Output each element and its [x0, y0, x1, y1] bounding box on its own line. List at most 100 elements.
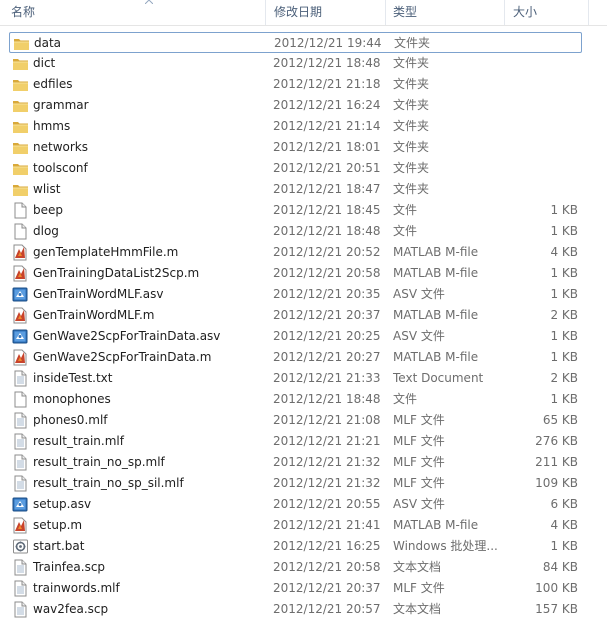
- file-row[interactable]: start.bat 2012/12/21 16:25 Windows 批处理... 1…: [9, 536, 582, 557]
- file-row[interactable]: grammar 2012/12/21 16:24 文件夹: [9, 95, 582, 116]
- file-type: MLF 文件: [393, 434, 445, 448]
- file-name: monophones: [33, 392, 111, 406]
- text-file-icon: [12, 601, 29, 618]
- file-modified-date: 2012/12/21 18:45: [273, 203, 381, 217]
- file-modified-date: 2012/12/21 21:33: [273, 371, 381, 385]
- file-type: ASV 文件: [393, 329, 445, 343]
- file-row[interactable]: phones0.mlf 2012/12/21 21:08 MLF 文件 65 KB: [9, 410, 582, 431]
- file-row[interactable]: GenWave2ScpForTrainData.m 2012/12/21 20:2…: [9, 347, 582, 368]
- file-type: 文件: [393, 203, 418, 217]
- file-row[interactable]: monophones 2012/12/21 18:48 文件 1 KB: [9, 389, 582, 410]
- file-modified-date: 2012/12/21 20:37: [273, 308, 381, 322]
- file-name: result_train_no_sp_sil.mlf: [33, 476, 184, 490]
- file-type: 文件夹: [393, 98, 430, 112]
- file-size: 1 KB: [550, 329, 578, 343]
- file-row[interactable]: data 2012/12/21 19:44 文件夹: [9, 32, 582, 53]
- file-name: phones0.mlf: [33, 413, 108, 427]
- file-row[interactable]: networks 2012/12/21 18:01 文件夹: [9, 137, 582, 158]
- file-size: 1 KB: [550, 539, 578, 553]
- file-modified-date: 2012/12/21 21:21: [273, 434, 381, 448]
- file-size: 84 KB: [542, 560, 578, 574]
- file-row[interactable]: dlog 2012/12/21 18:48 文件 1 KB: [9, 221, 582, 242]
- file-row[interactable]: setup.m 2012/12/21 21:41 MATLAB M-file 4 KB: [9, 515, 582, 536]
- file-modified-date: 2012/12/21 20:55: [273, 497, 381, 511]
- asv-file-icon: [12, 496, 29, 513]
- file-size: 1 KB: [550, 392, 578, 406]
- file-row[interactable]: trainwords.mlf 2012/12/21 20:37 MLF 文件 100 …: [9, 578, 582, 599]
- file-row[interactable]: genTemplateHmmFile.m 2012/12/21 20:52 MATL…: [9, 242, 582, 263]
- folder-icon: [12, 118, 29, 135]
- file-modified-date: 2012/12/21 19:44: [274, 36, 382, 50]
- file-row[interactable]: edfiles 2012/12/21 21:18 文件夹: [9, 74, 582, 95]
- file-modified-date: 2012/12/21 21:18: [273, 77, 381, 91]
- file-modified-date: 2012/12/21 20:35: [273, 287, 381, 301]
- file-name: toolsconf: [33, 161, 88, 175]
- file-modified-date: 2012/12/21 20:25: [273, 329, 381, 343]
- file-modified-date: 2012/12/21 18:48: [273, 56, 381, 70]
- matlab-file-icon: [12, 265, 29, 282]
- column-header-type[interactable]: 类型: [382, 0, 504, 25]
- file-name: wav2fea.scp: [33, 602, 109, 616]
- file-row[interactable]: wlist 2012/12/21 18:47 文件夹: [9, 179, 582, 200]
- file-row[interactable]: beep 2012/12/21 18:45 文件 1 KB: [9, 200, 582, 221]
- matlab-file-icon: [12, 349, 29, 366]
- column-divider[interactable]: [588, 0, 589, 25]
- file-name: setup.asv: [33, 497, 92, 511]
- file-name: GenTrainWordMLF.asv: [33, 287, 164, 301]
- file-size: 100 KB: [535, 581, 578, 595]
- file-row[interactable]: setup.asv 2012/12/21 20:55 ASV 文件 6 KB: [9, 494, 582, 515]
- file-size: 1 KB: [550, 266, 578, 280]
- file-type: 文件: [393, 224, 418, 238]
- file-row[interactable]: GenTrainWordMLF.asv 2012/12/21 20:35 ASV 文…: [9, 284, 582, 305]
- file-row[interactable]: dict 2012/12/21 18:48 文件夹: [9, 53, 582, 74]
- file-row[interactable]: result_train.mlf 2012/12/21 21:21 MLF 文件 27…: [9, 431, 582, 452]
- file-row[interactable]: Trainfea.scp 2012/12/21 20:58 文本文档 84 KB: [9, 557, 582, 578]
- file-type: MATLAB M-file: [393, 518, 479, 532]
- file-row[interactable]: hmms 2012/12/21 21:14 文件夹: [9, 116, 582, 137]
- file-modified-date: 2012/12/21 20:37: [273, 581, 381, 595]
- text-file-icon: [12, 412, 29, 429]
- asv-file-icon: [12, 286, 29, 303]
- file-modified-date: 2012/12/21 21:41: [273, 518, 381, 532]
- file-row[interactable]: GenTrainWordMLF.m 2012/12/21 20:37 MATLAB …: [9, 305, 582, 326]
- matlab-file-icon: [12, 517, 29, 534]
- file-name: data: [34, 36, 62, 50]
- file-row[interactable]: toolsconf 2012/12/21 20:51 文件夹: [9, 158, 582, 179]
- file-type: MLF 文件: [393, 581, 445, 595]
- file-type: MATLAB M-file: [393, 245, 479, 259]
- file-row[interactable]: GenWave2ScpForTrainData.asv 2012/12/21 20…: [9, 326, 582, 347]
- column-header-modified[interactable]: 修改日期: [263, 0, 385, 25]
- file-type: MLF 文件: [393, 455, 445, 469]
- file-type: 文件夹: [393, 77, 430, 91]
- bat-file-icon: [12, 538, 29, 555]
- text-file-icon: [12, 454, 29, 471]
- file-size: 1 KB: [550, 203, 578, 217]
- file-size: 1 KB: [550, 350, 578, 364]
- file-size: 4 KB: [550, 245, 578, 259]
- file-row[interactable]: wav2fea.scp 2012/12/21 20:57 文本文档 157 KB: [9, 599, 582, 620]
- file-row[interactable]: GenTrainingDataList2Scp.m 2012/12/21 20:5…: [9, 263, 582, 284]
- matlab-file-icon: [12, 244, 29, 261]
- file-type: Text Document: [393, 371, 484, 385]
- file-name: result_train.mlf: [33, 434, 124, 448]
- file-modified-date: 2012/12/21 18:48: [273, 392, 381, 406]
- file-name: trainwords.mlf: [33, 581, 120, 595]
- column-header-name[interactable]: 名称: [0, 0, 265, 25]
- file-modified-date: 2012/12/21 18:48: [273, 224, 381, 238]
- file-name: grammar: [33, 98, 89, 112]
- file-name: hmms: [33, 119, 71, 133]
- blank-file-icon: [12, 223, 29, 240]
- file-modified-date: 2012/12/21 20:51: [273, 161, 381, 175]
- file-modified-date: 2012/12/21 16:24: [273, 98, 381, 112]
- column-header-modified-label: 修改日期: [274, 5, 323, 19]
- column-header-size[interactable]: 大小: [502, 0, 588, 25]
- file-type: ASV 文件: [393, 287, 445, 301]
- file-row[interactable]: result_train_no_sp.mlf 2012/12/21 21:32 ML…: [9, 452, 582, 473]
- file-row[interactable]: result_train_no_sp_sil.mlf 2012/12/21 21:…: [9, 473, 582, 494]
- file-modified-date: 2012/12/21 21:32: [273, 455, 381, 469]
- file-name: dict: [33, 56, 56, 70]
- file-size: 6 KB: [550, 497, 578, 511]
- file-row[interactable]: insideTest.txt 2012/12/21 21:33 Text Docum…: [9, 368, 582, 389]
- file-type: 文本文档: [393, 560, 442, 574]
- file-type: ASV 文件: [393, 497, 445, 511]
